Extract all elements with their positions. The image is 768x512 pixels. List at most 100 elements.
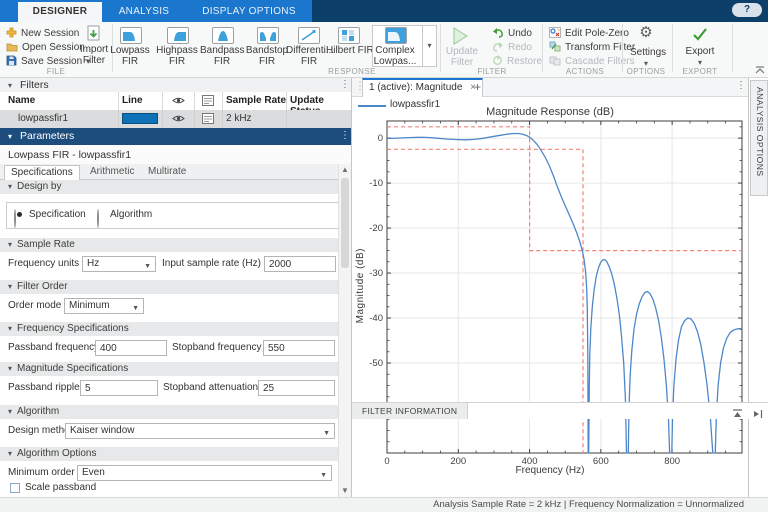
scale-passband-checkbox[interactable] (10, 483, 20, 493)
dock-panel-icon[interactable] (752, 406, 763, 424)
section-magnitude-specifications[interactable]: ▾ Magnitude Specifications (0, 362, 338, 376)
svg-text:-10: -10 (369, 178, 383, 189)
differentiator-fir-icon (298, 27, 320, 44)
highpass-fir-button[interactable]: Highpass FIR (155, 45, 199, 67)
radio-specification-label[interactable]: Specification (29, 207, 86, 223)
filter-information-bar: FILTER INFORMATION (352, 402, 768, 419)
settings-button[interactable]: ⚙ Settings ▾ (630, 24, 666, 68)
collapse-arrow-icon: ▾ (8, 81, 13, 90)
section-divider (732, 24, 733, 72)
stopband-frequency-field[interactable] (263, 340, 335, 356)
collapse-arrow-icon: ▾ (8, 449, 13, 458)
legend-column-icon[interactable] (202, 95, 214, 106)
filter-information-tab[interactable]: FILTER INFORMATION (352, 403, 469, 419)
section-sample-rate[interactable]: ▾ Sample Rate (0, 238, 338, 252)
collapse-arrow-icon: ▾ (8, 240, 13, 249)
column-name[interactable]: Name (8, 95, 35, 106)
chevron-down-icon: ▼ (323, 430, 330, 437)
export-button[interactable]: Export ▾ (684, 24, 716, 67)
chevron-down-icon: ▼ (132, 305, 139, 312)
filter-designer-app: DESIGNER ANALYSIS DISPLAY OPTIONS ? New … (0, 0, 768, 512)
scale-passband-label[interactable]: Scale passband (25, 480, 96, 496)
filters-panel-header[interactable]: ▾ Filters ⋮ (0, 78, 351, 93)
scroll-up-icon[interactable]: ▲ (339, 165, 351, 175)
order-mode-dropdown[interactable]: Minimum ▼ (64, 298, 144, 314)
tab-display-options[interactable]: DISPLAY OPTIONS (186, 2, 312, 22)
bandstop-fir-icon (257, 27, 279, 44)
parameters-panel-header[interactable]: ▾ Parameters ⋮ (0, 128, 351, 145)
input-sample-rate-field[interactable] (264, 256, 336, 272)
kebab-menu-icon[interactable]: ⋮ (340, 79, 350, 90)
magnitude-response-chart[interactable]: 02004006008000-10-20-30-40-50-60 (352, 78, 748, 480)
filter-section-label: FILTER (477, 67, 507, 76)
update-filter-button[interactable]: Update Filter (440, 46, 484, 68)
frequency-units-label: Frequency units (8, 258, 80, 269)
input-sample-rate-label: Input sample rate (Hz) (162, 258, 261, 269)
radio-specification[interactable] (14, 209, 22, 228)
tab-analysis[interactable]: ANALYSIS (102, 2, 186, 22)
collapse-arrow-icon: ▾ (8, 132, 13, 141)
legend-toggle-icon[interactable] (202, 113, 214, 124)
tab-designer[interactable]: DESIGNER (18, 2, 102, 22)
scroll-down-icon[interactable]: ▼ (339, 486, 351, 496)
scrollbar-thumb[interactable] (341, 178, 349, 268)
lowpass-fir-icon (120, 27, 142, 44)
status-text: Analysis Sample Rate = 2 kHz | Frequency… (433, 499, 744, 510)
frequency-units-dropdown[interactable]: Hz ▼ (82, 256, 156, 272)
stopband-attenuation-field[interactable] (258, 380, 335, 396)
chevron-down-icon: ▼ (320, 472, 327, 479)
section-algorithm-options[interactable]: ▾ Algorithm Options (0, 447, 338, 461)
chevron-down-icon: ▾ (697, 58, 702, 67)
chevron-down-icon: ▼ (144, 263, 151, 270)
update-filter-icon (448, 25, 474, 47)
design-method-dropdown[interactable]: Kaiser window ▼ (65, 423, 335, 439)
order-mode-label: Order mode (8, 300, 62, 311)
column-sample-rate[interactable]: Sample Rate (226, 95, 286, 106)
visibility-column-eye-icon[interactable] (172, 96, 185, 105)
tab-multirate[interactable]: Multirate (148, 166, 186, 177)
column-line[interactable]: Line (122, 95, 143, 106)
visibility-eye-icon[interactable] (172, 114, 185, 123)
collapse-arrow-icon: ▾ (8, 282, 13, 291)
collapse-arrow-icon: ▾ (8, 364, 13, 373)
gallery-dropdown-button[interactable]: ▾ (422, 25, 437, 67)
parameters-subtitle: Lowpass FIR - lowpassfir1 (8, 149, 132, 161)
section-frequency-specifications[interactable]: ▾ Frequency Specifications (0, 322, 338, 336)
tab-arithmetic[interactable]: Arithmetic (90, 166, 134, 177)
filters-panel-title: Filters (20, 79, 49, 91)
minimum-order-dropdown[interactable]: Even ▼ (77, 465, 332, 481)
y-axis-label: Magnitude (dB) (355, 248, 366, 324)
section-divider (542, 24, 543, 72)
x-axis-label: Frequency (Hz) (515, 465, 585, 476)
section-algorithm[interactable]: ▾ Algorithm (0, 405, 338, 419)
expand-panel-icon[interactable] (732, 406, 743, 424)
minimum-order-label: Minimum order (8, 467, 75, 478)
bandpass-fir-icon (212, 27, 234, 44)
complex-lowpass-fir-icon (385, 27, 407, 44)
save-floppy-icon (6, 53, 17, 71)
help-button[interactable]: ? (732, 3, 762, 17)
complex-lowpass-fir-button[interactable]: Complex Lowpas... (373, 45, 417, 67)
svg-text:-50: -50 (369, 358, 383, 369)
passband-frequency-field[interactable] (95, 340, 167, 356)
hilbert-fir-icon (338, 27, 360, 44)
parameters-scrollbar[interactable]: ▲ ▼ (338, 164, 351, 497)
line-color-swatch[interactable] (122, 113, 158, 124)
file-section-label: FILE (46, 67, 66, 76)
svg-text:-40: -40 (369, 313, 383, 324)
bandpass-fir-button[interactable]: Bandpass FIR (200, 45, 244, 67)
passband-ripple-field[interactable] (80, 380, 158, 396)
radio-algorithm[interactable] (97, 209, 99, 228)
filter-table-row[interactable]: lowpassfir1 2 kHz (0, 110, 351, 129)
kebab-menu-icon[interactable]: ⋮ (340, 130, 350, 141)
bandstop-fir-button[interactable]: Bandstop FIR (245, 45, 289, 67)
hilbert-fir-button[interactable]: Hilbert FIR (326, 45, 374, 56)
response-section-label: RESPONSE (328, 67, 376, 76)
collapse-ribbon-button[interactable] (755, 61, 765, 79)
analysis-options-tab[interactable]: ANALYSIS OPTIONS (750, 80, 768, 196)
tab-specifications[interactable]: Specifications (4, 165, 80, 180)
lowpass-fir-button[interactable]: Lowpass FIR (108, 45, 152, 67)
section-filter-order[interactable]: ▾ Filter Order (0, 280, 338, 294)
section-design-by[interactable]: ▾ Design by (0, 180, 338, 194)
radio-algorithm-label[interactable]: Algorithm (110, 207, 152, 223)
